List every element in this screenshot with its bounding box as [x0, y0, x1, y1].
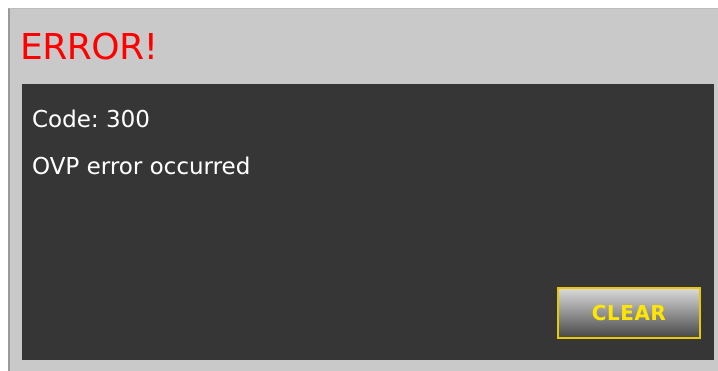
- error-message: OVP error occurred: [32, 154, 251, 180]
- error-title: ERROR!: [20, 27, 158, 68]
- clear-button[interactable]: CLEAR: [557, 287, 701, 339]
- error-code: Code: 300: [32, 107, 150, 133]
- error-message-panel: Code: 300 OVP error occurred CLEAR: [22, 84, 714, 360]
- error-dialog: ERROR! Code: 300 OVP error occurred CLEA…: [8, 8, 718, 371]
